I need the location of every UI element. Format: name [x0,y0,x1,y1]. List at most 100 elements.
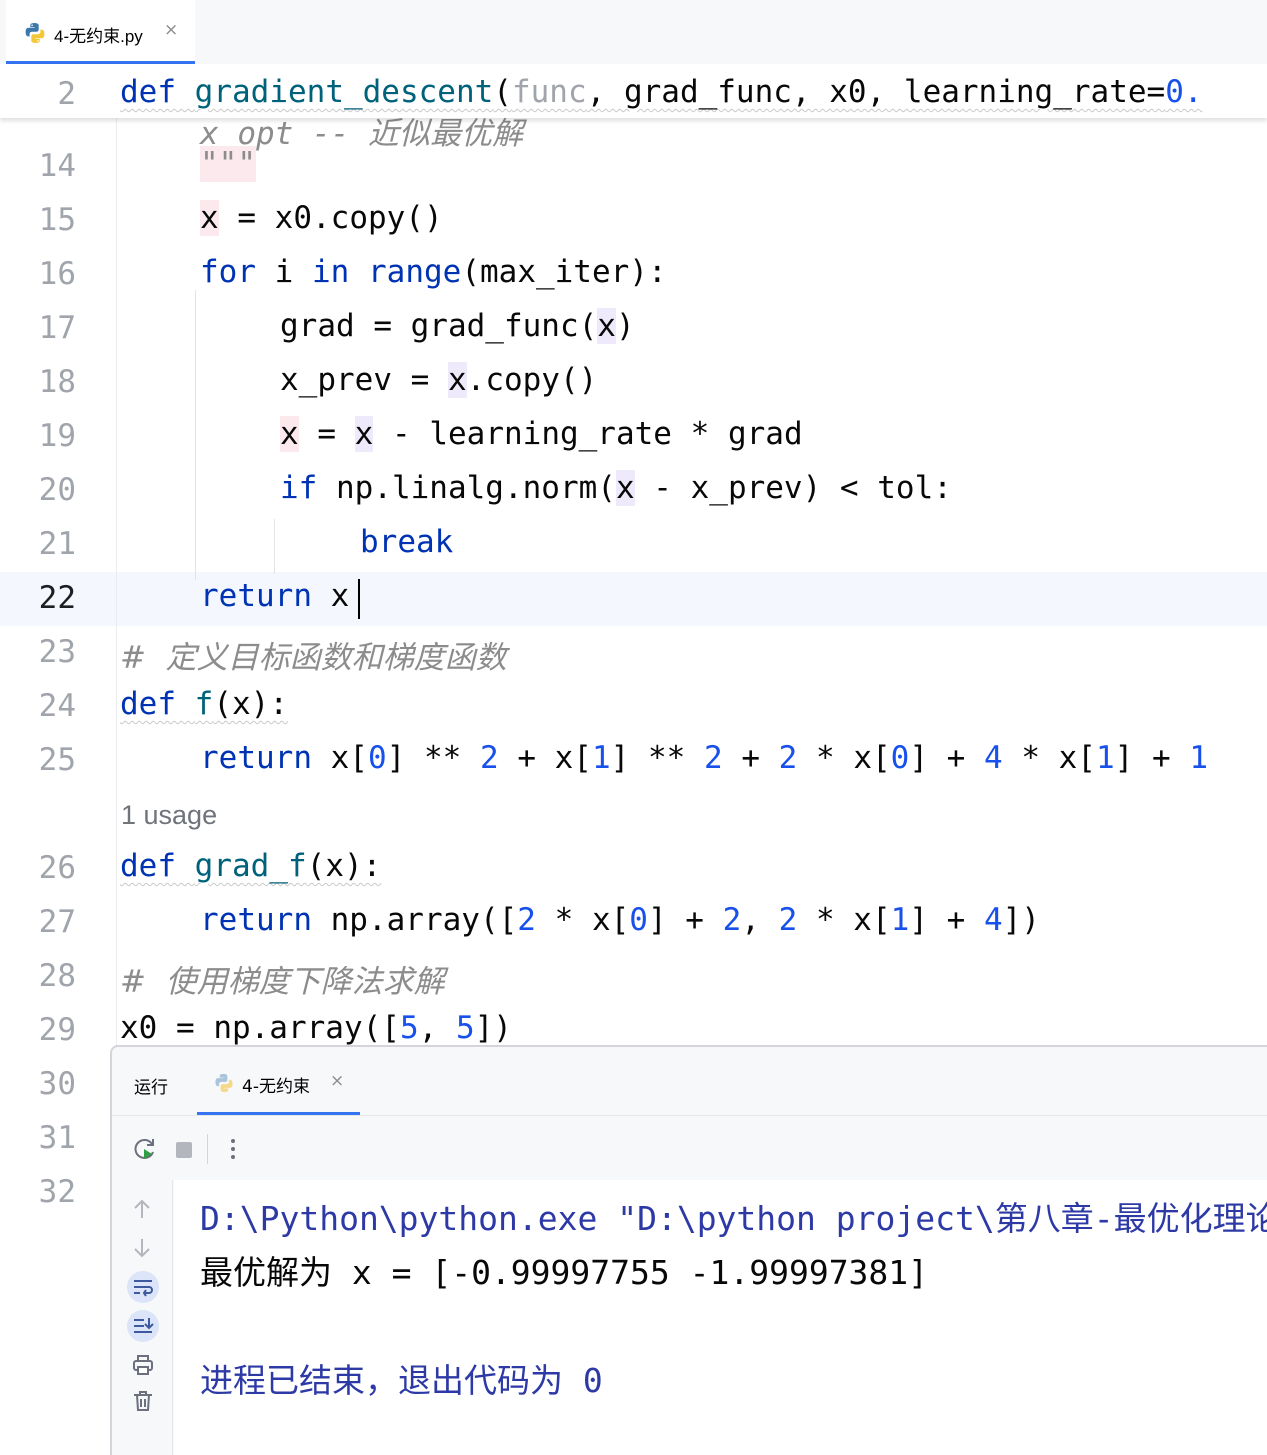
scroll-up-icon[interactable] [132,1198,152,1224]
unused-param: func [511,74,587,110]
number: 2 [517,902,536,938]
line-number: 21 [38,526,76,562]
number: 5 [399,1010,419,1046]
keyword: return [200,740,312,776]
code-token: + x[ [498,740,592,776]
scroll-down-icon[interactable] [132,1237,152,1263]
code-token: x [354,416,374,452]
code-line-17: grad = grad_func(x) [280,308,635,344]
code-line-16: for i in range(max_iter): [200,254,667,290]
toolbar-divider [207,1134,208,1164]
number: 0 [367,740,387,776]
code-comment: # 使用梯度下降法求解 [120,964,445,1000]
run-tab-bar: 运行 4-无约束 × [112,1047,1267,1116]
soft-wrap-icon[interactable] [126,1270,160,1308]
code-token: ]) [1002,902,1040,938]
file-tab[interactable]: 4-无约束.py × [6,0,195,64]
code-line-25: return x[0] ** 2 + x[1] ** 2 + 2 * x[0] … [200,740,1208,776]
line-number: 29 [38,1012,76,1048]
trash-icon[interactable] [133,1390,153,1416]
code-token: * x[ [535,902,630,938]
code-token: - learning_rate * grad [373,416,803,452]
code-token: ] + [909,740,984,776]
line-number: 15 [38,202,76,238]
number: 1 [890,902,910,938]
function-name: gradient_descent [194,74,494,110]
keyword: in [312,254,350,290]
code-token: (max_iter): [461,254,667,290]
line-number: 26 [38,850,76,886]
code-token: = [298,416,355,452]
docstring: """ [200,146,256,182]
run-config-tab[interactable]: 4-无约束 × [197,1047,360,1115]
line-number: 20 [38,472,76,508]
scroll-to-end-icon[interactable] [126,1309,160,1347]
keyword: return [200,578,312,614]
sticky-scope-header[interactable]: 2 def gradient_descent(func, grad_func, … [0,64,1267,118]
console-line-exit: 进程已结束，退出代码为 0 [200,1361,603,1400]
usage-hint[interactable]: 1 usage [121,800,217,831]
close-icon[interactable]: × [330,1071,344,1091]
code-token: * x[ [797,740,891,776]
line-number: 14 [38,148,76,184]
code-token: - x_prev) < tol: [634,470,952,506]
function-name: grad_f [194,848,307,884]
code-token: (x): [213,686,288,722]
keyword: return [200,902,312,938]
line-number: 24 [38,688,76,724]
code-line-15: x = x0.copy() [200,200,443,236]
code-token: * x[ [1002,740,1096,776]
code-line-21: break [360,524,453,560]
number: 2 [722,902,742,938]
code-token: x[ [311,740,368,776]
number: 1 [1095,740,1115,776]
code-token: np.linalg.norm( [317,470,616,506]
print-icon[interactable] [132,1354,154,1380]
code-comment: # 定义目标函数和梯度函数 [120,640,507,676]
number: 4 [983,740,1003,776]
sticky-code-line: def gradient_descent(func, grad_func, x0… [120,74,1203,110]
run-toolbar [112,1116,1267,1180]
code-token: ] + [647,902,723,938]
keyword: def [120,74,176,110]
code-token: x [200,200,219,236]
code-line-24: def f(x): [120,686,288,722]
line-number: 30 [38,1066,76,1102]
console-output[interactable]: D:\Python\python.exe "D:\python project\… [174,1180,1267,1455]
tab-close-icon[interactable]: × [164,20,178,40]
keyword: def [120,848,176,884]
indent-guide [195,290,196,580]
code-token: x_prev = [280,362,448,398]
builtin: range [368,254,462,290]
code-token: , [418,1010,456,1046]
code-token: ] ** [610,740,704,776]
code-token: * x[ [797,902,891,938]
code-line-18: x_prev = x.copy() [280,362,597,398]
text-caret [358,579,360,619]
line-number: 23 [38,634,76,670]
code-token: i [256,254,312,290]
line-number: 16 [38,256,76,292]
code-token: ( [493,74,512,110]
number: 2 [778,740,798,776]
line-number-current: 22 [38,580,76,616]
editor-tab-bar: 4-无约束.py × [0,0,1267,64]
stop-icon[interactable] [175,1141,193,1163]
line-number: 2 [57,76,76,112]
number: 2 [778,902,798,938]
code-token: .copy() [466,362,598,398]
more-icon[interactable] [229,1138,237,1164]
line-number: 19 [38,418,76,454]
code-token: x [597,308,616,344]
file-tab-label: 4-无约束.py [54,27,143,46]
number: 5 [455,1010,475,1046]
code-token: np.array([ [311,902,518,938]
code-token: = x0.copy() [218,200,443,236]
code-token: ] + [909,902,984,938]
number: 0. [1165,74,1203,110]
rerun-icon[interactable] [132,1136,158,1166]
code-token: ) [615,308,635,344]
line-number: 32 [38,1174,76,1210]
line-number: 17 [38,310,76,346]
line-number: 31 [38,1120,76,1156]
